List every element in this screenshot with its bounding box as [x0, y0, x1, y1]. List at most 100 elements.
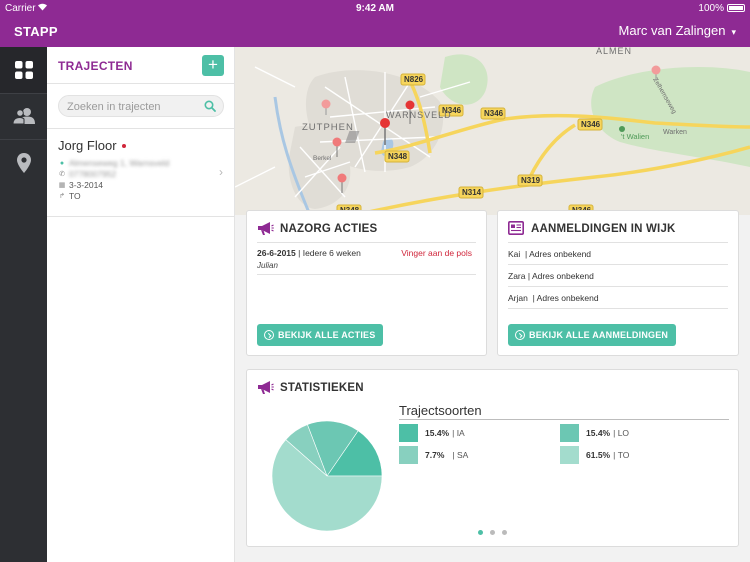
traject-date: 3-3-2014 [69, 180, 104, 190]
legend-label: IA [456, 428, 465, 438]
legend-swatch [399, 424, 418, 442]
legend-swatch [399, 446, 418, 464]
search-input[interactable] [67, 99, 202, 114]
search-icon[interactable] [204, 100, 216, 112]
card-divider [257, 274, 476, 275]
button-label: BEKIJK ALLE AANMELDINGEN [529, 330, 669, 340]
place-label: ZUTPHEN [302, 122, 354, 133]
aanmeldingen-card: AANMELDINGEN IN WIJK Kai | Adres onbeken… [497, 210, 739, 356]
aanmelding-detail: Adres onbekend [529, 249, 592, 259]
newspaper-icon [508, 221, 524, 235]
page-dot[interactable] [478, 530, 483, 535]
place-label: Warken [663, 129, 687, 136]
traject-address-row: ● Almenseweg 1, Warnsveld [58, 158, 169, 168]
user-menu[interactable]: Marc van Zalingen ▾ [619, 23, 736, 38]
aanmelding-detail: Adres onbekend [536, 293, 599, 303]
alert-dot-icon [122, 144, 126, 148]
rail-item-clients[interactable] [0, 93, 47, 139]
actie-tag[interactable]: Vinger aan de pols [401, 248, 472, 258]
clock: 9:42 AM [356, 3, 394, 14]
chevron-right-icon: › [219, 165, 223, 179]
aanmelding-row[interactable]: Arjan | Adres onbekend [508, 293, 599, 303]
card-divider [257, 242, 476, 243]
place-label: Berkel [313, 155, 332, 162]
road-label: N346 [484, 109, 504, 118]
place-label: WARNSVELD [386, 110, 452, 120]
route-icon: ↱ [59, 193, 65, 200]
legend-underline [399, 419, 729, 420]
legend-item: 61.5% | TO [560, 446, 629, 464]
legend-pct: 61.5% [586, 450, 611, 460]
pin-icon: ● [59, 159, 65, 167]
legend-pct: 7.7% [425, 450, 445, 460]
list-divider [47, 216, 235, 217]
legend-pct: 15.4% [425, 428, 450, 438]
arrow-circle-icon [264, 330, 274, 340]
battery-percent: 100% [698, 3, 724, 14]
page-dot[interactable] [490, 530, 495, 535]
road-label: N826 [404, 75, 424, 84]
trajecten-header: TRAJECTEN + [47, 47, 235, 84]
page-indicator[interactable] [247, 530, 738, 535]
actie-date: 26-6-2015 [257, 248, 296, 258]
phone-icon: ✆ [59, 171, 65, 178]
aanmelding-row[interactable]: Kai | Adres onbekend [508, 249, 591, 259]
card-title: STATISTIEKEN [280, 382, 364, 394]
list-item[interactable]: Jorg Floor ● Almenseweg 1, Warnsveld ✆ 0… [47, 129, 235, 216]
traject-address: Almenseweg 1, Warnsveld [69, 158, 170, 168]
trajecten-panel: TRAJECTEN + Jorg Floor ● Almenseweg 1, W… [47, 47, 235, 562]
sidebar-rail [0, 47, 47, 562]
traject-date-row: ▦ 3-3-2014 [58, 180, 103, 190]
road-label: N348 [388, 152, 408, 161]
card-divider [508, 264, 728, 265]
view-all-acties-button[interactable]: BEKIJK ALLE ACTIES [257, 324, 384, 346]
aanmelding-detail: Adres onbekend [531, 271, 594, 281]
legend-swatch [560, 424, 579, 442]
place-label: 't Walien [621, 132, 649, 141]
card-title: AANMELDINGEN IN WIJK [531, 223, 676, 235]
button-label: BEKIJK ALLE ACTIES [278, 330, 376, 340]
chevron-down-icon: ▾ [731, 27, 736, 37]
park-area [440, 54, 488, 105]
road-label: N319 [521, 176, 541, 185]
add-traject-button[interactable]: + [202, 55, 224, 76]
view-all-aanmeldingen-button[interactable]: BEKIJK ALLE AANMELDINGEN [508, 324, 677, 346]
nazorg-acties-card: NAZORG ACTIES 26-6-2015 | Iedere 6 weken… [246, 210, 487, 356]
card-divider [508, 286, 728, 287]
page-dot[interactable] [502, 530, 507, 535]
location-icon [16, 153, 31, 173]
megaphone-icon [258, 381, 274, 394]
road-label: N314 [462, 188, 482, 197]
legend-pct: 15.4% [586, 428, 611, 438]
traject-phone-row: ✆ 0778007952 [58, 169, 116, 179]
top-nav-bar: STAPP Marc van Zalingen ▾ [0, 16, 750, 47]
map-view[interactable]: N826 N346 N346 N346 N348 N314 N319 N348 … [235, 47, 750, 215]
battery-icon [727, 4, 745, 12]
megaphone-icon [258, 222, 274, 235]
legend-swatch [560, 446, 579, 464]
rail-item-dashboard[interactable] [0, 47, 47, 93]
legend-label: LO [617, 428, 630, 438]
traject-type-row: ↱ TO [58, 191, 81, 201]
trajectsoorten-pie-chart [271, 420, 383, 532]
clients-icon [12, 108, 35, 125]
legend-item: 7.7% | SA [399, 446, 468, 464]
legend-label: SA [456, 450, 469, 460]
card-divider [508, 242, 728, 243]
legend-title: Trajectsoorten [399, 403, 482, 418]
aanmelding-row[interactable]: Zara | Adres onbekend [508, 271, 594, 281]
legend-item: 15.4% | LO [560, 424, 629, 442]
status-bar: Carrier 9:42 AM 100% [0, 0, 750, 16]
actie-person: Julian [257, 261, 278, 270]
traject-phone: 0778007952 [69, 169, 117, 179]
panel-title: TRAJECTEN [58, 59, 133, 73]
aanmelding-name: Arjan [508, 293, 528, 303]
traject-client-name: Jorg Floor [58, 138, 117, 153]
road-label: N346 [581, 120, 601, 129]
search-box [58, 95, 224, 117]
map-canvas: N826 N346 N346 N346 N348 N314 N319 N348 … [235, 47, 750, 215]
rail-item-location[interactable] [0, 140, 47, 186]
actie-schedule: 26-6-2015 | Iedere 6 weken [257, 248, 361, 258]
dashboard-icon [14, 61, 33, 79]
park-marker-icon [619, 126, 625, 132]
